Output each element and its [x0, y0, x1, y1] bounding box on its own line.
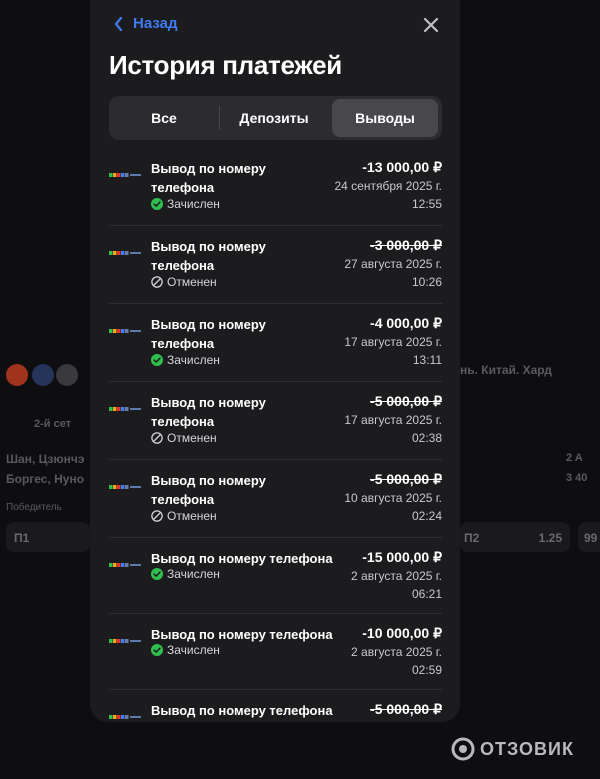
odd-p2-value: 1.25: [538, 531, 562, 545]
transaction-amount: -5 000,00 ₽: [370, 393, 442, 409]
transaction-time: 02:24: [411, 509, 442, 523]
transaction-amount: -5 000,00 ₽: [370, 701, 442, 717]
otzovik-logo-icon: [451, 737, 475, 761]
cancel-circle-icon: [151, 432, 163, 444]
transaction-status: Отменен: [151, 509, 217, 523]
transaction-row[interactable]: Вывод по номеру телефона Зачислен -4 000,0…: [109, 304, 442, 382]
sbp-logo-icon: [109, 485, 141, 489]
transaction-name: Вывод по номеру телефона: [151, 473, 266, 507]
check-circle-icon: [151, 644, 163, 656]
transaction-name: Вывод по номеру телефона: [151, 161, 266, 195]
odd-other-value: 99: [584, 531, 598, 545]
transaction-status: Зачислен: [151, 567, 220, 581]
transaction-date: 10 августа 2025 г.: [344, 491, 442, 505]
transaction-name: Вывод по номеру телефона: [151, 317, 266, 351]
transaction-status: Отменен: [151, 275, 217, 289]
transaction-status: Отменен: [151, 431, 217, 445]
transaction-status-label: Зачислен: [167, 197, 220, 211]
team-logo-icon: [32, 364, 54, 386]
fire-icon: [6, 364, 28, 386]
transaction-row[interactable]: Вывод по номеру телефона Отменен -5 000,00…: [109, 382, 442, 460]
transaction-time: 06:21: [411, 587, 442, 601]
player-1-name: Шан, Цзюнчэ: [6, 452, 85, 466]
tab-withdrawals[interactable]: Выводы: [332, 99, 438, 137]
odd-p1-label: П1: [14, 531, 30, 545]
transaction-name: Вывод по номеру телефона: [151, 239, 266, 273]
back-button[interactable]: Назад: [114, 15, 177, 32]
odd-p1[interactable]: П1: [6, 522, 90, 552]
filter-tabs: Все Депозиты Выводы: [109, 96, 442, 140]
transaction-status-label: Отменен: [167, 509, 217, 523]
transaction-amount: -10 000,00 ₽: [362, 625, 442, 641]
transaction-date: 17 августа 2025 г.: [344, 335, 442, 349]
transaction-time: 13:11: [412, 353, 442, 367]
watermark: ОТЗОВИК: [450, 736, 574, 762]
transaction-status-label: Зачислен: [167, 353, 220, 367]
transaction-name: Вывод по номеру телефона: [151, 703, 333, 718]
sbp-logo-icon: [109, 251, 141, 255]
transaction-status-label: Отменен: [167, 431, 217, 445]
cancel-circle-icon: [151, 510, 163, 522]
close-icon[interactable]: [420, 14, 442, 36]
transaction-row[interactable]: Вывод по номеру телефона Зачислен -15 000,…: [109, 538, 442, 614]
sbp-logo-icon: [109, 715, 141, 719]
set-label: 2-й сет: [34, 418, 72, 430]
team-logo-icon: [56, 364, 78, 386]
transaction-date: 2 августа 2025 г.: [351, 645, 442, 659]
watermark-text: ОТЗОВИК: [480, 738, 574, 759]
winner-label: Победитель: [6, 502, 62, 513]
tournament-label: нь. Китай. Хард: [460, 363, 552, 377]
transaction-time: 10:26: [411, 275, 442, 289]
transaction-row[interactable]: Вывод по номеру телефона Отменен -5 000,00…: [109, 460, 442, 538]
transaction-amount: -15 000,00 ₽: [362, 549, 442, 565]
transaction-status: Зачислен: [151, 643, 220, 657]
sbp-logo-icon: [109, 639, 141, 643]
transaction-date: 17 августа 2025 г.: [344, 413, 442, 427]
transaction-row[interactable]: Вывод по номеру телефона Отменен -3 000,00…: [109, 226, 442, 304]
transaction-date: 27 августа 2025 г.: [344, 257, 442, 271]
transaction-time: 12:55: [411, 197, 442, 211]
transaction-status-label: Зачислен: [167, 643, 220, 657]
transaction-name: Вывод по номеру телефона: [151, 395, 266, 429]
transaction-status: Зачислен: [151, 197, 220, 211]
odd-p2[interactable]: П2 1.25: [460, 522, 570, 552]
tab-deposits[interactable]: Депозиты: [221, 99, 327, 137]
transaction-row[interactable]: Вывод по номеру телефона -5 000,00 ₽: [109, 690, 442, 722]
tab-divider: [219, 106, 220, 130]
back-label: Назад: [133, 15, 178, 32]
transaction-name: Вывод по номеру телефона: [151, 551, 333, 566]
transaction-amount: -5 000,00 ₽: [370, 471, 442, 487]
sbp-logo-icon: [109, 329, 141, 333]
payment-history-modal: Назад История платежей Все Депозиты Выво…: [90, 0, 460, 722]
player-2-name: Боргес, Нуно: [6, 472, 85, 486]
transaction-amount: -13 000,00 ₽: [362, 159, 442, 175]
sbp-logo-icon: [109, 563, 141, 567]
transaction-date: 2 августа 2025 г.: [351, 569, 442, 583]
cancel-circle-icon: [151, 276, 163, 288]
page-title: История платежей: [109, 50, 342, 80]
transaction-time: 02:38: [411, 431, 442, 445]
sbp-logo-icon: [109, 173, 141, 177]
transaction-amount: -3 000,00 ₽: [370, 237, 442, 253]
score-head: 2 A: [566, 452, 583, 464]
chevron-left-icon: [114, 16, 123, 31]
odd-p2-label: П2: [464, 531, 480, 545]
transaction-name: Вывод по номеру телефона: [151, 627, 333, 642]
sbp-logo-icon: [109, 407, 141, 411]
tab-all[interactable]: Все: [113, 99, 215, 137]
transaction-status-label: Отменен: [167, 275, 217, 289]
transaction-row[interactable]: Вывод по номеру телефона Зачислен -13 000,…: [109, 148, 442, 226]
check-circle-icon: [151, 354, 163, 366]
score-row: 3 40: [566, 472, 588, 484]
transaction-list: Вывод по номеру телефона Зачислен -13 000,…: [109, 148, 442, 722]
transaction-status-label: Зачислен: [167, 567, 220, 581]
transaction-amount: -4 000,00 ₽: [370, 315, 442, 331]
check-circle-icon: [151, 568, 163, 580]
transaction-status: Зачислен: [151, 353, 220, 367]
transaction-time: 02:59: [411, 663, 442, 677]
transaction-date: 24 сентября 2025 г.: [334, 179, 443, 193]
check-circle-icon: [151, 198, 163, 210]
transaction-row[interactable]: Вывод по номеру телефона Зачислен -10 000,…: [109, 614, 442, 690]
odd-other[interactable]: 99: [578, 522, 600, 552]
